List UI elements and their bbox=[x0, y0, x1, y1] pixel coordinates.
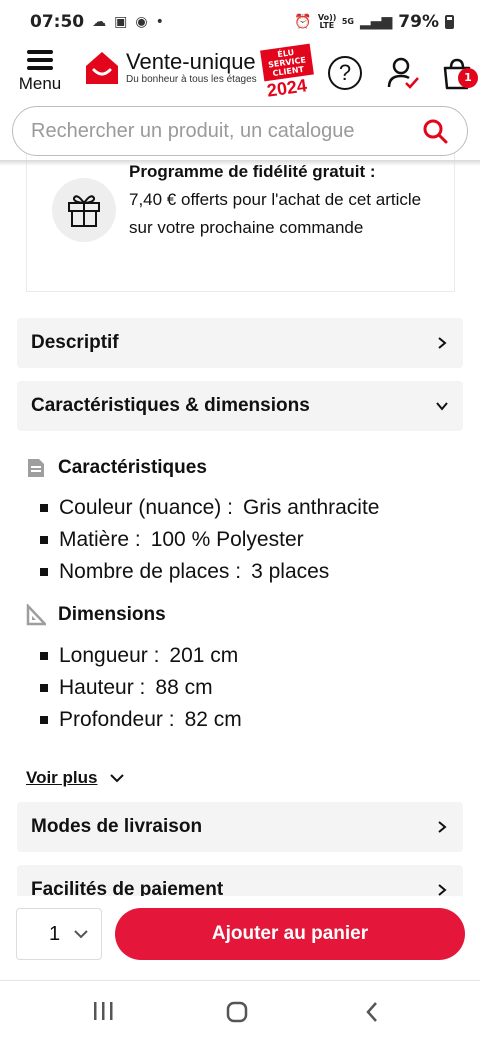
house-logo-icon bbox=[86, 52, 118, 84]
loyalty-body: 7,40 € offerts pour l'achat de cet artic… bbox=[129, 190, 422, 237]
status-time: 07:50 bbox=[30, 12, 85, 32]
purchase-bar: 1 Ajouter au panier bbox=[0, 896, 480, 980]
account-icon[interactable] bbox=[386, 56, 420, 90]
loyalty-box: Programme de fidélité gratuit : 7,40 € o… bbox=[26, 150, 455, 292]
network-label: 5G bbox=[341, 17, 354, 26]
help-icon[interactable]: ? bbox=[328, 56, 362, 90]
chevron-right-icon bbox=[438, 821, 447, 833]
gift-icon-circle bbox=[52, 178, 116, 242]
accordion-caracteristiques[interactable]: Caractéristiques & dimensions bbox=[17, 381, 463, 431]
search-bar bbox=[12, 106, 468, 156]
dimensions-heading: Dimensions bbox=[26, 604, 166, 626]
list-item: Longueur :201 cm bbox=[40, 640, 242, 672]
list-item: Nombre de places :3 places bbox=[40, 556, 380, 588]
accordion-descriptif-label: Descriptif bbox=[31, 332, 119, 353]
accordion-livraison-label: Modes de livraison bbox=[31, 816, 203, 837]
quantity-select[interactable]: 1 bbox=[16, 908, 102, 960]
chevron-right-icon bbox=[438, 337, 447, 349]
list-item: Profondeur :82 cm bbox=[40, 704, 242, 736]
chevron-down-icon bbox=[110, 774, 125, 783]
back-icon[interactable] bbox=[364, 1001, 380, 1023]
chevron-down-icon bbox=[74, 930, 88, 939]
dot-icon: • bbox=[155, 14, 164, 30]
battery-icon bbox=[445, 15, 454, 29]
recent-apps-icon[interactable] bbox=[92, 1001, 114, 1021]
characteristics-title: Caractéristiques bbox=[58, 457, 207, 478]
dimensions-list: Longueur :201 cm Hauteur :88 cm Profonde… bbox=[40, 640, 242, 736]
header-shadow bbox=[0, 160, 480, 166]
list-item: Matière :100 % Polyester bbox=[40, 524, 380, 556]
dimensions-title: Dimensions bbox=[58, 604, 166, 625]
hamburger-icon bbox=[27, 50, 53, 70]
system-nav-bar bbox=[0, 980, 480, 1040]
accordion-caracteristiques-label: Caractéristiques & dimensions bbox=[31, 395, 310, 416]
search-icon[interactable] bbox=[421, 117, 449, 145]
accordion-livraison[interactable]: Modes de livraison bbox=[17, 802, 463, 852]
list-item: Couleur (nuance) : Gris anthracite bbox=[40, 492, 380, 524]
add-to-cart-button[interactable]: Ajouter au panier bbox=[115, 908, 465, 960]
menu-button[interactable]: Menu bbox=[14, 50, 66, 94]
cloud-icon: ☁ bbox=[92, 14, 107, 30]
status-bar: 07:50 ☁ ▣ ◉ • ⏰ Vo)) LTE 5G ▂▄▆ 79% bbox=[0, 0, 480, 44]
site-logo[interactable]: Vente-unique Du bonheur à tous les étage… bbox=[84, 50, 257, 86]
logo-name: Vente-unique bbox=[126, 49, 256, 74]
logo-tagline: Du bonheur à tous les étages bbox=[126, 74, 257, 85]
battery-percent: 79% bbox=[398, 12, 439, 32]
accordion-descriptif[interactable]: Descriptif bbox=[17, 318, 463, 368]
gift-icon bbox=[68, 195, 100, 227]
cart-count-badge: 1 bbox=[458, 68, 478, 88]
characteristics-heading: Caractéristiques bbox=[26, 457, 207, 479]
award-badge: ÉLU SERVICE CLIENT 2024 bbox=[260, 43, 314, 101]
characteristics-list: Couleur (nuance) : Gris anthracite Matièr… bbox=[40, 492, 380, 588]
whatsapp-icon: ◉ bbox=[135, 14, 148, 30]
volte-label: Vo)) LTE bbox=[317, 13, 337, 30]
alarm-icon: ⏰ bbox=[294, 14, 312, 30]
home-icon[interactable] bbox=[226, 1001, 248, 1023]
menu-label: Menu bbox=[18, 74, 62, 93]
voir-plus-label: Voir plus bbox=[26, 768, 98, 787]
ruler-square-icon bbox=[26, 604, 46, 626]
voir-plus-link[interactable]: Voir plus bbox=[26, 768, 125, 788]
document-icon bbox=[28, 459, 44, 477]
site-header: Menu Vente-unique Du bonheur à tous les … bbox=[0, 43, 480, 101]
list-item: Hauteur :88 cm bbox=[40, 672, 242, 704]
quantity-value: 1 bbox=[49, 922, 61, 945]
chevron-right-icon bbox=[438, 884, 447, 896]
gallery-icon: ▣ bbox=[114, 14, 128, 30]
search-input[interactable] bbox=[31, 119, 411, 143]
signal-icon: ▂▄▆ bbox=[359, 14, 393, 30]
chevron-down-icon bbox=[436, 402, 448, 411]
